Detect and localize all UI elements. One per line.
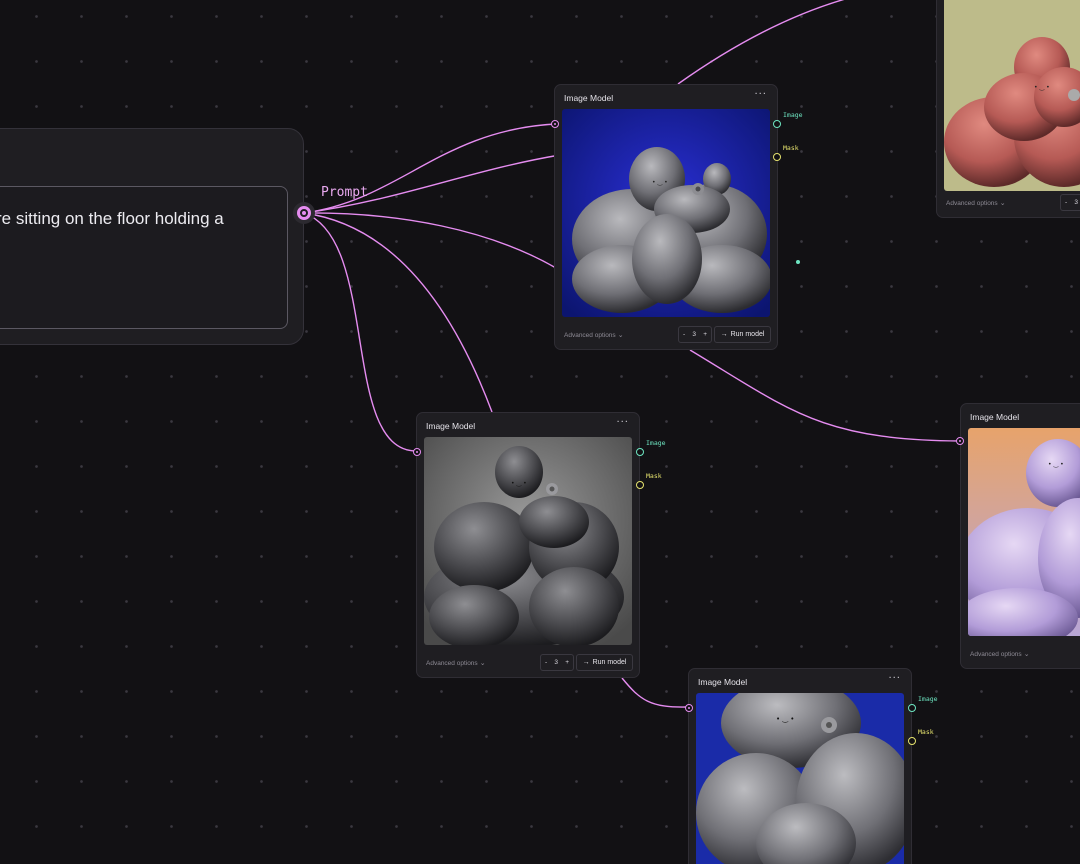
generated-image-3: • ‿ • (944, 0, 1080, 191)
output-port-icon[interactable] (773, 120, 781, 128)
node-title: Image Model (564, 93, 614, 103)
node-canvas[interactable]: re sitting on the floor holding a Prompt… (0, 0, 1080, 864)
image-model-node-3[interactable]: • ‿ • Advanced options⌄ - 3 + (936, 0, 1080, 218)
node-title: Image Model (970, 412, 1020, 422)
chevron-down-icon: ⌄ (617, 332, 624, 339)
svg-text:• ‿ •: • ‿ • (1034, 84, 1050, 91)
svg-text:• ‿ •: • ‿ • (1048, 461, 1064, 468)
output-port-icon[interactable] (636, 448, 644, 456)
run-model-label: Run model (730, 331, 765, 338)
generated-image-2: • ‿ • (424, 437, 632, 645)
count-stepper[interactable]: - 3 + (678, 326, 712, 343)
wire-prompt-node1-c (303, 212, 557, 269)
mask-port-label: Mask (646, 472, 662, 480)
count-value: 3 (1074, 199, 1078, 206)
wire-node1-top (677, 0, 845, 85)
wire-prompt-node2-b (303, 212, 493, 413)
count-stepper[interactable]: - 3 + (540, 654, 574, 671)
ellipsis-icon[interactable]: ··· (754, 89, 767, 100)
prompt-port-label: Prompt (321, 185, 368, 200)
mask-port-icon[interactable] (636, 481, 644, 489)
node-title: Image Model (426, 421, 476, 431)
run-model-button[interactable]: → Run model (576, 654, 633, 671)
ellipsis-icon[interactable]: ··· (616, 417, 629, 428)
advanced-options-label: Advanced options (564, 332, 616, 339)
run-model-label: Run model (592, 659, 627, 666)
increment-button[interactable]: + (565, 659, 569, 666)
advanced-options-toggle[interactable]: Advanced options ⌄ (970, 650, 1030, 658)
prompt-text-field[interactable]: re sitting on the floor holding a (0, 186, 288, 329)
canvas-marker (796, 260, 800, 264)
arrow-right-icon: → (720, 331, 728, 338)
decrement-button[interactable]: - (545, 659, 547, 666)
generated-image-4: • ‿ • (696, 693, 904, 864)
mask-port-label: Mask (783, 144, 799, 152)
count-value: 3 (554, 659, 558, 666)
chevron-down-icon: ⌄ (999, 200, 1006, 207)
node-title: Image Model (698, 677, 748, 687)
output-port-icon[interactable] (908, 704, 916, 712)
mask-port-icon[interactable] (773, 153, 781, 161)
image-model-node-1[interactable]: Image Model ··· • ‿ • Advanced options ⌄… (554, 84, 778, 350)
increment-button[interactable]: + (703, 331, 707, 338)
generated-image-5: • ‿ • (968, 428, 1080, 636)
wire-node2-node4 (621, 677, 689, 708)
mask-port-label: Mask (918, 728, 934, 736)
advanced-options-label: Advanced options (426, 660, 478, 667)
advanced-options-toggle[interactable]: Advanced options ⌄ (564, 331, 624, 339)
image-model-node-2[interactable]: Image Model ··· • ‿ • Advanced options ⌄… (416, 412, 640, 678)
advanced-options-toggle[interactable]: Advanced options ⌄ (946, 199, 1006, 207)
count-value: 3 (692, 331, 696, 338)
svg-text:• ‿ •: • ‿ • (652, 179, 668, 186)
mask-port-icon[interactable] (908, 737, 916, 745)
image-port-label: Image (918, 695, 938, 703)
image-port-label: Image (783, 111, 803, 119)
wire-node1-right (689, 349, 961, 442)
generated-image-1: • ‿ • (562, 109, 770, 317)
prompt-text: re sitting on the floor holding a (0, 209, 224, 228)
decrement-button[interactable]: - (1065, 199, 1067, 206)
decrement-button[interactable]: - (683, 331, 685, 338)
image-port-label: Image (646, 439, 666, 447)
image-model-node-5[interactable]: Image Model • ‿ • Advanced options ⌄ (960, 403, 1080, 669)
svg-text:• ‿ •: • ‿ • (776, 715, 794, 723)
input-port-icon[interactable] (551, 120, 559, 128)
input-port-icon[interactable] (685, 704, 693, 712)
input-port-icon[interactable] (956, 437, 964, 445)
run-model-button[interactable]: → Run model (714, 326, 771, 343)
wire-prompt-node2-input (303, 212, 417, 452)
advanced-options-toggle[interactable]: Advanced options ⌄ (426, 659, 486, 667)
wire-prompt-node1-b (303, 154, 561, 214)
prompt-output-port-icon[interactable] (297, 206, 311, 220)
image-model-node-4[interactable]: Image Model ··· • ‿ • (688, 668, 912, 864)
chevron-down-icon: ⌄ (479, 660, 486, 667)
count-stepper[interactable]: - 3 + (1060, 194, 1080, 211)
input-port-icon[interactable] (413, 448, 421, 456)
ellipsis-icon[interactable]: ··· (888, 673, 901, 684)
arrow-right-icon: → (582, 659, 590, 666)
advanced-options-label: Advanced options (946, 200, 998, 207)
chevron-down-icon: ⌄ (1023, 651, 1030, 658)
svg-text:• ‿ •: • ‿ • (511, 480, 527, 487)
advanced-options-label: Advanced options (970, 651, 1022, 658)
